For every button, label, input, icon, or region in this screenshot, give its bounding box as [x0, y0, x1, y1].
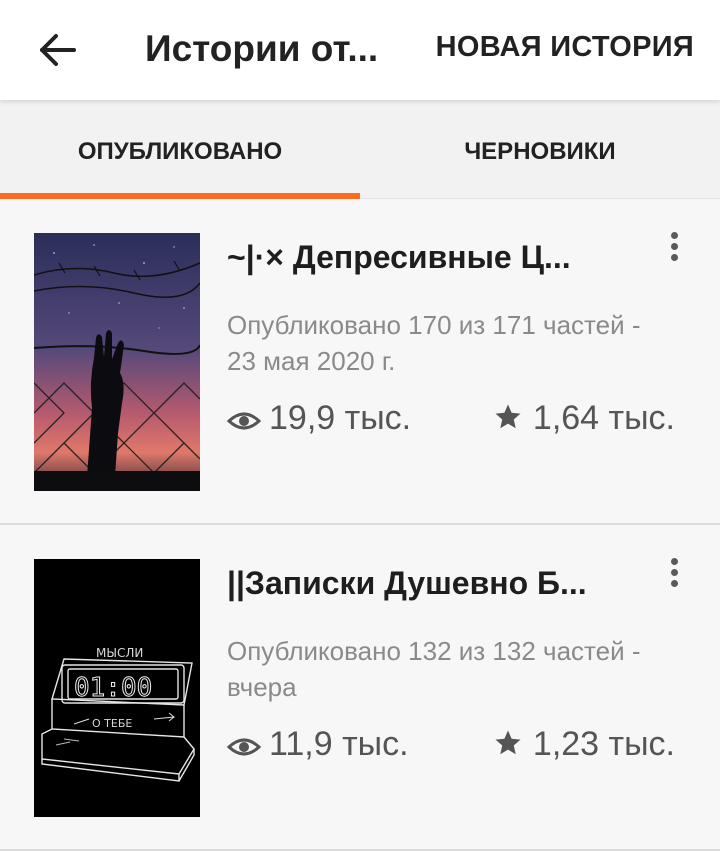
story-card[interactable]: ~|·× Депресивные Ц... Опубликовано 170 и… [0, 199, 720, 525]
cover-text-top: МЫСЛИ [96, 646, 143, 660]
views-value: 19,9 тыс. [269, 399, 412, 437]
top-app-bar: Истории от... НОВАЯ ИСТОРИЯ [0, 0, 720, 100]
arrow-left-icon [40, 34, 76, 66]
back-button[interactable] [30, 24, 86, 76]
more-vert-icon [670, 232, 678, 239]
story-cover-image[interactable]: МЫСЛИ 01:00 О ТЕБЕ [34, 559, 200, 817]
alarm-clock-sketch-cover: МЫСЛИ 01:00 О ТЕБЕ [34, 559, 200, 817]
eye-icon [227, 738, 261, 756]
votes-value: 1,64 тыс. [532, 399, 675, 437]
votes-count: 1,64 тыс. [493, 399, 675, 438]
story-status: Опубликовано 132 из 132 частей - вчера [227, 636, 641, 702]
new-story-button[interactable]: НОВАЯ ИСТОРИЯ [436, 31, 694, 64]
story-card[interactable]: МЫСЛИ 01:00 О ТЕБЕ ||Записки Душевно Б..… [0, 525, 720, 851]
cover-text-bottom: О ТЕБЕ [92, 717, 132, 730]
tab-bar: ОПУБЛИКОВАНО ЧЕРНОВИКИ [0, 100, 720, 199]
story-status: Опубликовано 170 из 171 частей - 23 мая … [227, 310, 641, 376]
page-title: Истории от... [145, 28, 379, 69]
more-options-button[interactable] [663, 555, 685, 595]
star-icon [495, 730, 521, 755]
votes-value: 1,23 тыс. [532, 725, 675, 763]
story-title[interactable]: ||Записки Душевно Б... [227, 565, 627, 602]
tab-published[interactable]: ОПУБЛИКОВАНО [0, 100, 360, 198]
tab-drafts[interactable]: ЧЕРНОВИКИ [360, 100, 720, 198]
cover-text-time: 01:00 [74, 673, 152, 703]
story-stats: 19,9 тыс. 1,64 тыс. [227, 399, 697, 443]
barbed-wire-hand-cover [34, 233, 200, 491]
views-count: 19,9 тыс. [227, 399, 411, 438]
more-vert-icon [670, 558, 678, 565]
story-title[interactable]: ~|·× Депресивные Ц... [227, 239, 627, 276]
story-cover-image[interactable] [34, 233, 200, 491]
views-value: 11,9 тыс. [269, 725, 409, 763]
views-count: 11,9 тыс. [227, 725, 409, 764]
eye-icon [227, 412, 261, 430]
story-list: ~|·× Депресивные Ц... Опубликовано 170 и… [0, 199, 720, 851]
story-stats: 11,9 тыс. 1,23 тыс. [227, 725, 697, 769]
star-icon [495, 404, 521, 429]
more-options-button[interactable] [663, 229, 685, 269]
votes-count: 1,23 тыс. [493, 725, 675, 764]
